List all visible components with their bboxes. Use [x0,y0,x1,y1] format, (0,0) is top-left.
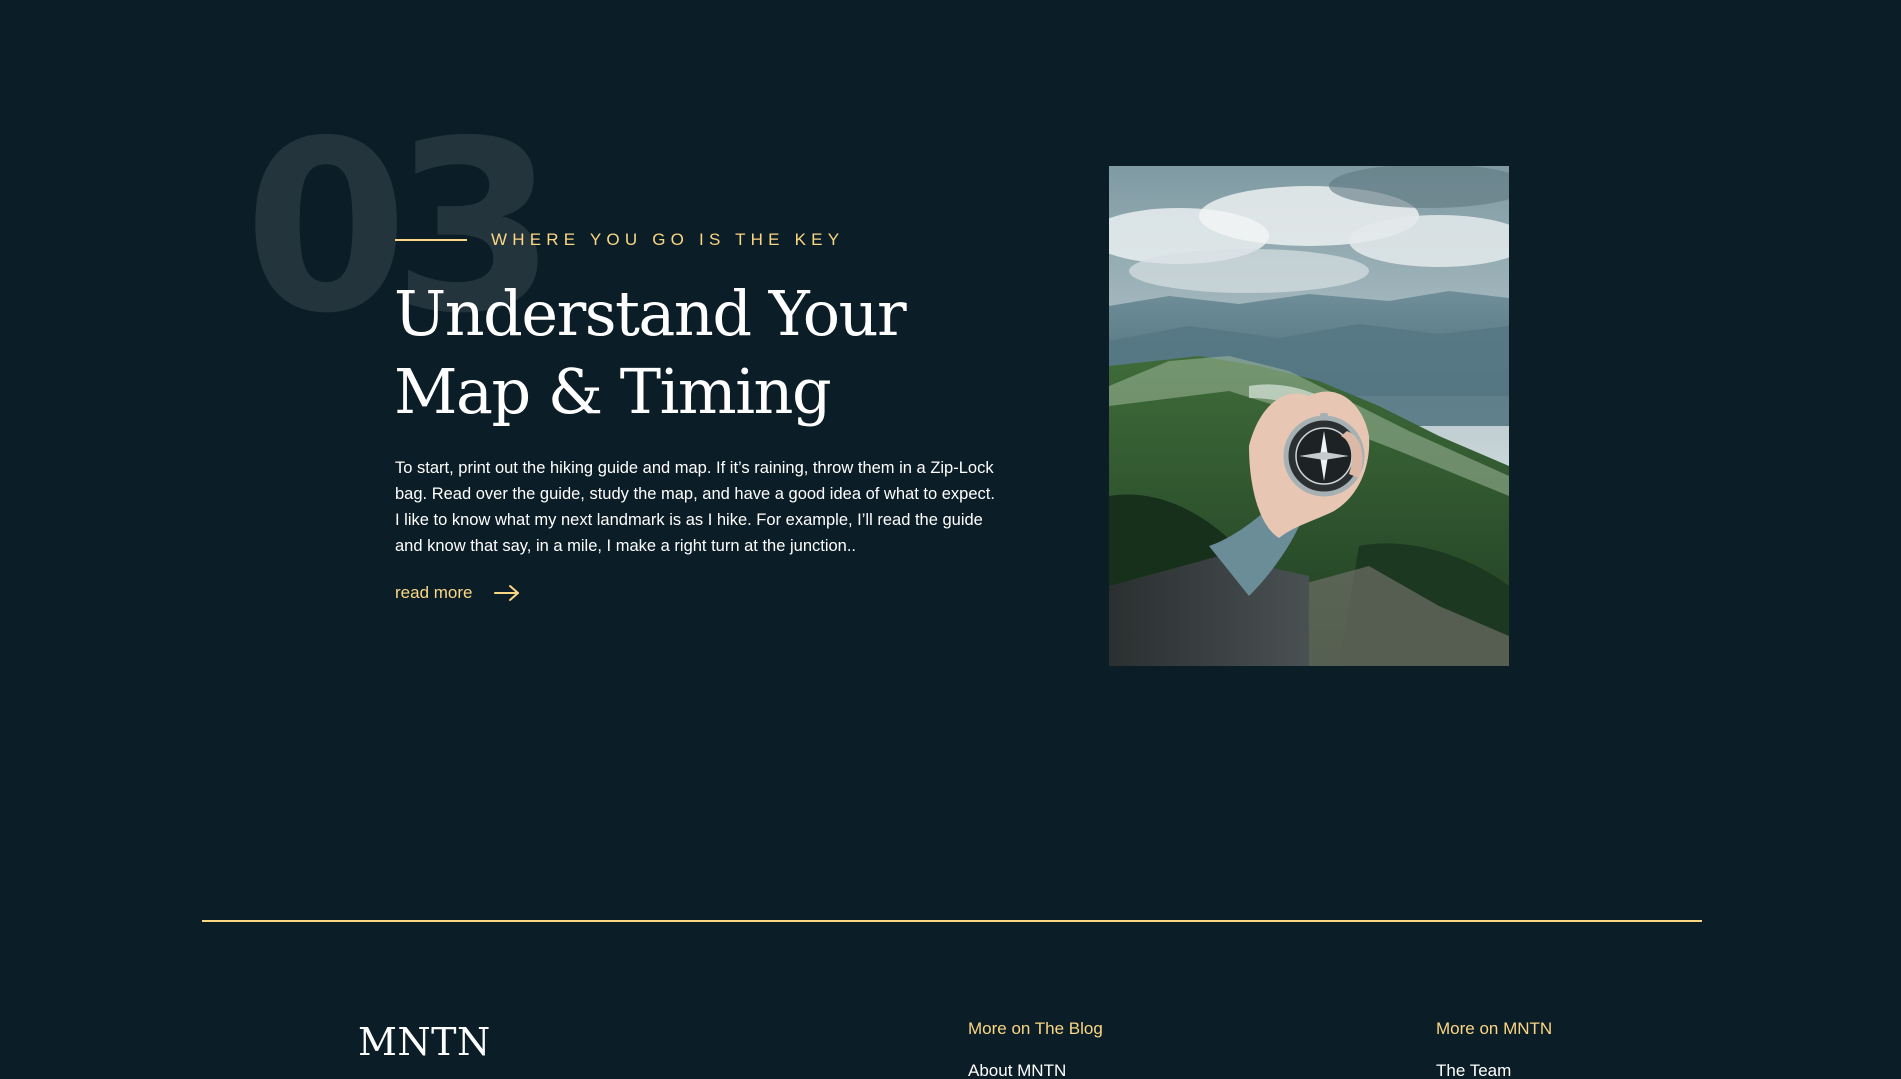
footer-link-about-mntn[interactable]: About MNTN [968,1060,1103,1079]
footer-column-title: More on MNTN [1436,1019,1553,1038]
read-more-link[interactable]: read more [395,583,520,603]
footer-link-the-team[interactable]: The Team [1436,1060,1552,1079]
headline-line-2: Map & Timing [394,355,832,428]
section-body-text: To start, print out the hiking guide and… [395,459,995,555]
footer-logo[interactable]: MNTN [358,1018,491,1066]
section-eyebrow: WHERE YOU GO IS THE KEY [395,228,844,252]
headline-line-1: Understand Your [394,277,907,350]
footer-divider [202,920,1702,922]
eyebrow-divider-line [395,239,467,241]
section-headline: Understand Your Map & Timing [394,275,954,431]
eyebrow-label: WHERE YOU GO IS THE KEY [491,230,845,249]
footer-column-title: More on The Blog [968,1019,1103,1038]
hand-holding-compass-photo [1109,166,1509,666]
arrow-right-icon [494,584,520,602]
read-more-label: read more [395,583,473,602]
footer-column-mntn: More on MNTN The Team [1436,1018,1552,1079]
footer-column-blog: More on The Blog About MNTN [968,1018,1103,1079]
